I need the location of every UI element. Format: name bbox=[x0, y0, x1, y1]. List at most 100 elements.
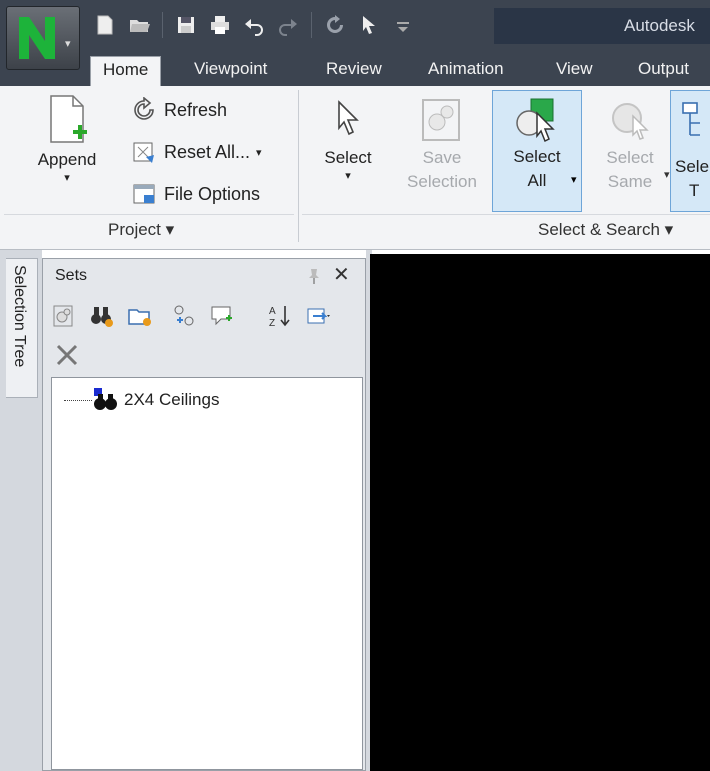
dock-tab-strip: Selection Tree bbox=[0, 250, 42, 771]
project-group-label[interactable]: Project ▾ bbox=[108, 220, 174, 240]
undo-button[interactable] bbox=[241, 12, 267, 38]
tree-connector bbox=[64, 399, 92, 401]
select-label: Select bbox=[324, 148, 372, 167]
open-file-button[interactable] bbox=[126, 12, 152, 38]
application-menu-button[interactable]: ▾ bbox=[6, 6, 80, 70]
import-export-icon bbox=[307, 308, 330, 324]
quick-access-toolbar bbox=[92, 8, 416, 42]
cursor-icon bbox=[363, 16, 375, 34]
navisworks-logo-icon bbox=[19, 17, 55, 59]
open-folder-icon bbox=[130, 20, 150, 32]
selection-tree-tab[interactable]: Selection Tree bbox=[6, 258, 38, 398]
redo-button[interactable] bbox=[275, 12, 301, 38]
duplicate-icon bbox=[174, 305, 194, 326]
close-panel-button[interactable]: ✕ bbox=[333, 262, 350, 287]
save-selection-icon bbox=[422, 99, 460, 141]
tree-item-label: 2X4 Ceilings bbox=[124, 390, 220, 409]
select-tree-icon bbox=[682, 102, 700, 136]
select-all-icon bbox=[516, 98, 555, 143]
append-label: Append bbox=[37, 150, 97, 169]
select-all-label-line1: Select bbox=[513, 147, 561, 166]
tree-item-2x4-ceilings[interactable]: 2X4 Ceilings bbox=[64, 388, 219, 412]
select-button[interactable]: Select ▾ bbox=[310, 98, 386, 182]
file-options-icon bbox=[133, 184, 155, 204]
select-quick-button[interactable] bbox=[356, 12, 382, 38]
append-button[interactable]: Append ▾ bbox=[22, 92, 112, 184]
select-same-label-line1: Select bbox=[606, 148, 654, 167]
select-search-group-divider bbox=[302, 214, 710, 215]
tab-output[interactable]: Output bbox=[638, 56, 689, 86]
group-separator bbox=[298, 90, 299, 242]
customize-toolbar-button[interactable] bbox=[390, 12, 416, 38]
select-same-button[interactable]: Select Same bbox=[594, 94, 666, 194]
title-bar: Autodesk bbox=[0, 0, 710, 50]
new-file-button[interactable] bbox=[92, 12, 118, 38]
ribbon-tab-bar: Home Viewpoint Review Animation View Out… bbox=[0, 50, 710, 86]
tab-view[interactable]: View bbox=[556, 56, 593, 86]
select-tree-button[interactable]: Sele T bbox=[670, 90, 710, 212]
sort-az-icon: A Z bbox=[269, 306, 290, 329]
refresh-label: Refresh bbox=[164, 99, 228, 120]
refresh-icon bbox=[134, 97, 154, 120]
tab-review[interactable]: Review bbox=[326, 56, 382, 86]
redo-icon bbox=[279, 19, 297, 36]
import-export-button[interactable] bbox=[303, 301, 333, 331]
refresh-icon bbox=[327, 15, 343, 33]
refresh-quick-button[interactable] bbox=[322, 12, 348, 38]
sets-panel-header: Sets ✕ bbox=[43, 259, 365, 293]
sets-tree-view[interactable]: 2X4 Ceilings bbox=[51, 377, 363, 770]
svg-text:A: A bbox=[269, 306, 276, 317]
scene-viewport[interactable] bbox=[370, 254, 710, 771]
search-set-binoculars-icon bbox=[94, 388, 117, 410]
select-same-label-line2: Same bbox=[607, 172, 653, 191]
window-title: Autodesk bbox=[494, 8, 710, 44]
file-options-label: File Options bbox=[164, 183, 261, 204]
tab-animation[interactable]: Animation bbox=[428, 56, 504, 86]
project-group-divider bbox=[4, 214, 294, 215]
new-folder-button[interactable] bbox=[125, 301, 155, 331]
save-search-button[interactable] bbox=[87, 301, 117, 331]
reset-all-icon bbox=[133, 142, 154, 163]
binoculars-icon bbox=[91, 307, 113, 327]
sort-button[interactable]: A Z bbox=[265, 301, 295, 331]
reset-all-button[interactable]: Reset All... ▾ bbox=[130, 138, 262, 166]
append-file-icon bbox=[50, 95, 87, 143]
undo-icon bbox=[245, 19, 263, 36]
reset-all-label: Reset All... bbox=[164, 141, 251, 162]
save-icon bbox=[178, 17, 194, 33]
save-selection-set-button[interactable] bbox=[49, 301, 79, 331]
svg-text:Z: Z bbox=[269, 318, 275, 329]
select-same-dropdown-arrow[interactable]: ▾ bbox=[664, 168, 670, 181]
select-all-button[interactable]: Select All ▾ bbox=[492, 90, 582, 212]
new-file-icon bbox=[97, 15, 113, 35]
sets-panel-title: Sets bbox=[55, 267, 88, 284]
reset-all-dropdown-arrow: ▾ bbox=[256, 146, 262, 159]
add-comment-button[interactable] bbox=[207, 301, 237, 331]
customize-icon bbox=[397, 22, 409, 32]
selection-tree-tab-label: Selection Tree bbox=[11, 265, 28, 368]
pin-icon[interactable] bbox=[305, 267, 323, 285]
delete-icon[interactable] bbox=[53, 341, 81, 369]
select-tree-label: Sele T bbox=[675, 155, 710, 203]
save-selection-button[interactable]: Save Selection bbox=[396, 94, 488, 194]
save-button[interactable] bbox=[173, 12, 199, 38]
select-search-group-label[interactable]: Select & Search ▾ bbox=[538, 220, 673, 240]
select-tree-label-line2: T bbox=[689, 181, 700, 200]
new-folder-icon bbox=[128, 309, 151, 326]
save-selection-set-icon bbox=[53, 305, 73, 327]
print-button[interactable] bbox=[207, 12, 233, 38]
select-dropdown-arrow: ▾ bbox=[345, 170, 351, 182]
file-options-button[interactable]: File Options bbox=[130, 180, 260, 208]
refresh-button[interactable]: Refresh bbox=[130, 96, 227, 124]
select-cursor-icon bbox=[338, 100, 359, 136]
ribbon-panel: Append ▾ Refresh Reset All... ▾ File Opt… bbox=[0, 86, 710, 250]
separator bbox=[311, 12, 312, 38]
append-dropdown-arrow: ▾ bbox=[64, 172, 70, 184]
select-all-dropdown-arrow: ▾ bbox=[571, 174, 577, 186]
select-same-icon bbox=[612, 103, 649, 140]
duplicate-button[interactable] bbox=[169, 301, 199, 331]
tab-viewpoint[interactable]: Viewpoint bbox=[194, 56, 267, 86]
tab-home[interactable]: Home bbox=[90, 56, 162, 86]
sets-toolbar: A Z bbox=[49, 299, 333, 333]
print-icon bbox=[211, 16, 229, 34]
